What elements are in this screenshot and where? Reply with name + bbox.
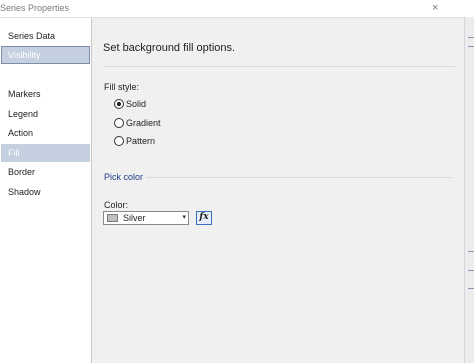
color-value: Silver: [123, 213, 146, 223]
sidebar-item-series-data[interactable]: Series Data: [1, 27, 90, 45]
sidebar-item-border[interactable]: Border: [1, 163, 90, 181]
section-divider: [146, 177, 452, 178]
chevron-down-icon: ▾: [182, 214, 186, 221]
expression-button[interactable]: fx: [196, 211, 212, 225]
sidebar-item-markers[interactable]: Markers: [1, 85, 90, 103]
divider: [103, 66, 455, 67]
edge-mark: [468, 270, 474, 271]
edge-mark: [468, 251, 474, 252]
sidebar-item-legend[interactable]: Legend: [1, 105, 90, 123]
title-bar: Series Properties ×: [0, 0, 474, 18]
edge-mark: [468, 46, 474, 47]
radio-solid-label[interactable]: Solid: [126, 99, 146, 109]
radio-pattern-label[interactable]: Pattern: [126, 136, 155, 146]
sidebar-item-fill[interactable]: Fill: [1, 144, 90, 162]
radio-gradient[interactable]: [114, 118, 124, 128]
radio-gradient-label[interactable]: Gradient: [126, 118, 161, 128]
fill-panel: Set background fill options. Fill style:…: [92, 18, 464, 363]
radio-solid[interactable]: [114, 99, 124, 109]
sidebar-item-visibility[interactable]: Visibility: [1, 46, 90, 64]
page-title: Set background fill options.: [103, 42, 236, 54]
close-button[interactable]: ×: [432, 0, 444, 17]
window-title: Series Properties: [0, 3, 70, 13]
edge-mark: [468, 37, 474, 38]
sidebar: Series Data Visibility Markers Legend Ac…: [0, 18, 92, 363]
color-dropdown[interactable]: Silver ▾: [103, 211, 189, 225]
sidebar-item-shadow[interactable]: Shadow: [1, 183, 90, 201]
radio-selected-dot: [117, 102, 121, 106]
color-swatch: [107, 214, 118, 222]
radio-pattern[interactable]: [114, 136, 124, 146]
edge-mark: [468, 288, 474, 289]
fill-style-label: Fill style:: [104, 82, 140, 92]
color-label: Color:: [104, 200, 129, 210]
sidebar-item-action[interactable]: Action: [1, 124, 90, 142]
pick-color-section-title: Pick color: [104, 172, 144, 182]
background-window-edge: [464, 17, 474, 363]
